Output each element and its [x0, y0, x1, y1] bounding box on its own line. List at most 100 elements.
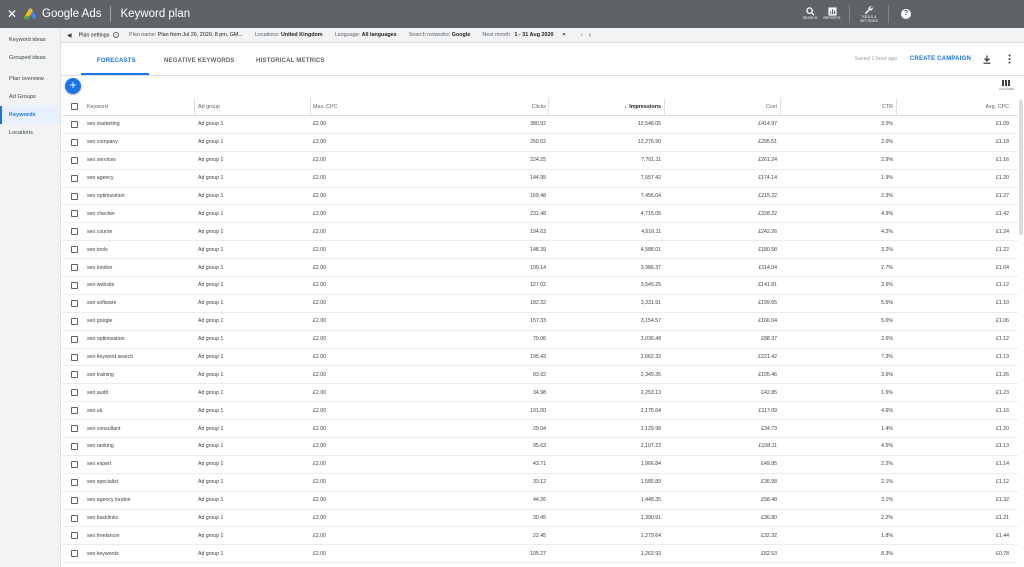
header-cost[interactable]: Cost: [662, 98, 777, 115]
header-clicks[interactable]: Clicks: [422, 98, 546, 115]
table-row[interactable]: seo keyword search Ad group 1 £2.00 195.43 2…: [62, 349, 1018, 367]
table-row[interactable]: seo google Ad group 1 £2.00 157.33 3,154.57 £…: [62, 313, 1018, 331]
keyword-cell[interactable]: seo backlinks: [87, 510, 192, 527]
table-row[interactable]: seo training Ad group 1 £2.00 83.92 2,349.35…: [62, 366, 1018, 385]
tab-negative-keywords[interactable]: NEGATIVE KEYWORDS: [164, 58, 235, 64]
row-checkbox[interactable]: [71, 456, 80, 473]
networks-setting[interactable]: Search networks: Google: [409, 32, 471, 38]
sidebar-item-grouped-ideas[interactable]: Grouped ideas: [0, 49, 60, 67]
header-impressions[interactable]: ↓ Impressions: [548, 98, 661, 115]
keyword-cell[interactable]: seo freelancer: [87, 527, 192, 544]
table-row[interactable]: seo london Ad group 1 £2.00 109.14 3,986.37 £…: [62, 259, 1018, 278]
row-checkbox[interactable]: [71, 492, 80, 509]
prev-period-icon[interactable]: ‹: [580, 32, 582, 39]
row-checkbox[interactable]: [71, 510, 80, 527]
table-row[interactable]: seo agency Ad group 1 £2.00 144.95 7,557.42 £…: [62, 170, 1018, 188]
search-button[interactable]: SEARCH: [799, 7, 821, 21]
row-checkbox[interactable]: [71, 384, 80, 401]
table-row[interactable]: seo services Ad group 1 £2.00 224.25 7,701.1…: [62, 152, 1018, 170]
keyword-cell[interactable]: seo audit: [87, 384, 192, 401]
keyword-cell[interactable]: seo marketing: [87, 116, 192, 133]
row-checkbox[interactable]: [71, 188, 80, 205]
help-button[interactable]: ?: [895, 9, 917, 19]
table-row[interactable]: seo software Ad group 1 £2.00 182.32 3,331.9…: [62, 295, 1018, 313]
table-row[interactable]: seo specialist Ad group 1 £2.00 33.12 1,585.…: [62, 474, 1018, 492]
reports-button[interactable]: REPORTS: [821, 7, 843, 21]
keyword-cell[interactable]: seo training: [87, 366, 192, 383]
table-row[interactable]: seo uk Ad group 1 £2.00 101.00 2,175.64 £117.…: [62, 402, 1018, 421]
add-keyword-button[interactable]: +: [65, 78, 81, 94]
row-checkbox[interactable]: [71, 527, 80, 544]
row-checkbox[interactable]: [71, 241, 80, 258]
row-checkbox[interactable]: [71, 366, 80, 383]
table-row[interactable]: seo consultant Ad group 1 £2.00 29.04 2,129.…: [62, 420, 1018, 439]
row-checkbox[interactable]: [71, 116, 80, 133]
tab-historical-metrics[interactable]: HISTORICAL METRICS: [256, 58, 325, 64]
keyword-cell[interactable]: seo agency: [87, 170, 192, 187]
table-row[interactable]: seo freelancer Ad group 1 £2.00 22.45 1,279.…: [62, 527, 1018, 546]
keyword-cell[interactable]: seo google: [87, 313, 192, 330]
row-checkbox[interactable]: [71, 205, 80, 222]
dropdown-arrow-icon[interactable]: ▼: [562, 32, 567, 38]
table-row[interactable]: seo backlinks Ad group 1 £2.00 30.45 1,390.9…: [62, 510, 1018, 528]
table-row[interactable]: seo expert Ad group 1 £2.00 43.71 1,966.84 £4…: [62, 456, 1018, 474]
row-checkbox[interactable]: [71, 259, 80, 276]
table-row[interactable]: seo audit Ad group 1 £2.00 34.98 2,253.13 £42…: [62, 384, 1018, 403]
keyword-cell[interactable]: seo optimisation: [87, 331, 192, 348]
language-setting[interactable]: Language: All languages: [335, 32, 397, 38]
row-checkbox[interactable]: [71, 223, 80, 240]
row-checkbox[interactable]: [71, 402, 80, 419]
close-icon[interactable]: ✕: [2, 7, 22, 21]
keyword-cell[interactable]: seo company: [87, 134, 192, 151]
download-icon[interactable]: [983, 55, 991, 66]
tools-settings-button[interactable]: TOOLS & SETTINGS: [856, 5, 882, 23]
keyword-cell[interactable]: seo checker: [87, 205, 192, 222]
keyword-cell[interactable]: seo keywords: [87, 545, 192, 562]
sidebar-item-plan-overview[interactable]: Plan overview: [0, 70, 60, 88]
tab-forecasts[interactable]: FORECASTS: [97, 58, 136, 64]
row-checkbox[interactable]: [71, 545, 80, 562]
keyword-cell[interactable]: seo website: [87, 277, 192, 294]
keyword-cell[interactable]: seo course: [87, 223, 192, 240]
header-max-cpc[interactable]: Max. CPC: [313, 98, 373, 115]
table-row[interactable]: seo course Ad group 1 £2.00 194.63 4,616.11 £…: [62, 223, 1018, 242]
keyword-cell[interactable]: seo consultant: [87, 420, 192, 437]
locations-setting[interactable]: Locations: United Kingdom: [255, 32, 323, 38]
create-campaign-button[interactable]: CREATE CAMPAIGN: [910, 56, 971, 62]
keyword-cell[interactable]: seo specialist: [87, 474, 192, 491]
date-range-setting[interactable]: Next month 1 - 31 Aug 2020: [482, 32, 553, 38]
columns-button[interactable]: COLUMNS: [999, 80, 1014, 91]
row-checkbox[interactable]: [71, 295, 80, 312]
table-row[interactable]: seo agency london Ad group 1 £2.00 44.26 1,4…: [62, 492, 1018, 510]
keyword-cell[interactable]: seo ranking: [87, 438, 192, 455]
sidebar-item-keywords[interactable]: Keywords: [0, 106, 60, 124]
keyword-cell[interactable]: seo expert: [87, 456, 192, 473]
header-ctr[interactable]: CTR: [780, 98, 893, 115]
header-keyword[interactable]: Keyword: [87, 98, 192, 115]
plan-settings-button[interactable]: Plan settings i: [79, 31, 119, 38]
row-checkbox[interactable]: [71, 170, 80, 187]
keyword-cell[interactable]: seo optimization: [87, 188, 192, 205]
table-row[interactable]: seo company Ad group 1 £2.00 250.52 12,276.9…: [62, 134, 1018, 152]
keyword-cell[interactable]: seo london: [87, 259, 192, 276]
vertical-scrollbar[interactable]: [1019, 100, 1023, 235]
row-checkbox[interactable]: [71, 277, 80, 294]
row-checkbox[interactable]: [71, 474, 80, 491]
row-checkbox[interactable]: [71, 420, 80, 437]
table-row[interactable]: seo marketing Ad group 1 £2.00 380.92 12,548…: [62, 116, 1018, 134]
keyword-cell[interactable]: seo agency london: [87, 492, 192, 509]
row-checkbox[interactable]: [71, 152, 80, 169]
plan-name-setting[interactable]: Plan name: Plan from Jul 26, 2020, 8 pm,…: [129, 32, 243, 38]
keyword-cell[interactable]: seo tools: [87, 241, 192, 258]
table-row[interactable]: seo optimization Ad group 1 £2.00 169.48 7,4…: [62, 188, 1018, 206]
table-row[interactable]: seo tools Ad group 1 £2.00 148.39 4,588.01 £1…: [62, 241, 1018, 260]
row-checkbox[interactable]: [71, 349, 80, 366]
table-row[interactable]: seo optimisation Ad group 1 £2.00 79.06 3,03…: [62, 331, 1018, 349]
keyword-cell[interactable]: seo services: [87, 152, 192, 169]
table-row[interactable]: seo keywords Ad group 1 £2.00 105.27 1,263.9…: [62, 545, 1018, 564]
next-period-icon[interactable]: ›: [589, 32, 591, 39]
row-checkbox[interactable]: [71, 331, 80, 348]
sidebar-item-locations[interactable]: Locations: [0, 124, 60, 142]
sidebar-item-keyword-ideas[interactable]: Keyword ideas: [0, 31, 60, 49]
row-checkbox[interactable]: [71, 134, 80, 151]
